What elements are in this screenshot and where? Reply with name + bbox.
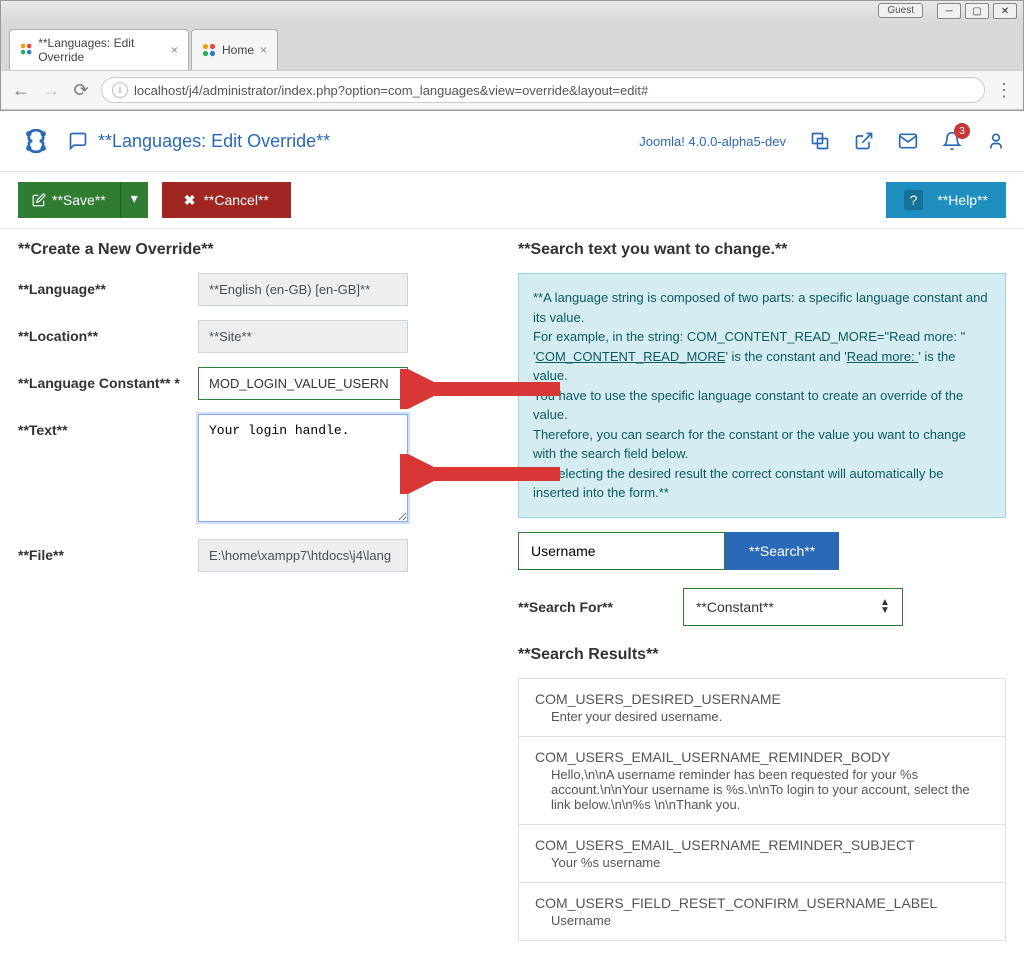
search-for-select[interactable]: **Constant** ▲▼ bbox=[683, 588, 903, 626]
joomla-logo-icon bbox=[18, 123, 54, 159]
forward-icon[interactable]: → bbox=[41, 80, 61, 101]
search-input[interactable] bbox=[518, 532, 725, 570]
multilingual-icon[interactable] bbox=[810, 131, 830, 151]
back-icon[interactable]: ← bbox=[11, 80, 31, 101]
edit-icon bbox=[32, 193, 46, 207]
joomla-favicon-icon bbox=[20, 43, 32, 57]
result-constant: COM_USERS_EMAIL_USERNAME_REMINDER_SUBJEC… bbox=[535, 837, 989, 853]
close-icon: ✖ bbox=[184, 192, 196, 209]
tab-title: Home bbox=[222, 43, 254, 57]
location-field: **Site** bbox=[198, 320, 408, 353]
page-title: **Languages: Edit Override** bbox=[98, 131, 330, 152]
version-link[interactable]: Joomla! 4.0.0-alpha5-dev bbox=[639, 134, 786, 149]
browser-tab-active[interactable]: **Languages: Edit Override × bbox=[9, 29, 189, 70]
joomla-favicon-icon bbox=[202, 43, 216, 57]
save-dropdown-icon[interactable]: ▾ bbox=[121, 182, 148, 218]
result-value: Hello,\n\nA username reminder has been r… bbox=[535, 767, 989, 812]
info-text: **A language string is composed of two p… bbox=[533, 290, 988, 325]
info-link-constant[interactable]: COM_CONTENT_READ_MORE bbox=[535, 349, 725, 364]
info-text: You have to use the specific language co… bbox=[533, 388, 963, 423]
info-text: ' is the constant and ' bbox=[725, 349, 846, 364]
result-constant: COM_USERS_DESIRED_USERNAME bbox=[535, 691, 989, 707]
browser-tab[interactable]: Home × bbox=[191, 29, 278, 70]
messages-icon[interactable] bbox=[898, 131, 918, 151]
file-field: E:\home\xampp7\htdocs\j4\lang bbox=[198, 539, 408, 572]
result-item[interactable]: COM_USERS_EMAIL_USERNAME_REMINDER_BODY H… bbox=[519, 737, 1005, 825]
window-title-bar: Guest ─ ▢ ✕ bbox=[1, 1, 1023, 23]
info-link-value[interactable]: Read more: bbox=[847, 349, 919, 364]
result-value: Username bbox=[535, 913, 989, 928]
info-text: Therefore, you can search for the consta… bbox=[533, 427, 966, 462]
result-item[interactable]: COM_USERS_FIELD_RESET_CONFIRM_USERNAME_L… bbox=[519, 883, 1005, 940]
cancel-label: **Cancel** bbox=[203, 192, 268, 208]
search-heading: **Search text you want to change.** bbox=[518, 241, 1006, 259]
constant-input[interactable] bbox=[198, 367, 408, 400]
text-textarea[interactable]: Your login handle. bbox=[198, 414, 408, 522]
user-icon[interactable] bbox=[986, 131, 1006, 151]
reload-icon[interactable]: ⟳ bbox=[71, 80, 91, 101]
url-text: localhost/j4/administrator/index.php?opt… bbox=[134, 83, 648, 98]
info-text: By selecting the desired result the corr… bbox=[533, 466, 943, 501]
close-window-icon[interactable]: ✕ bbox=[993, 3, 1017, 19]
result-item[interactable]: COM_USERS_DESIRED_USERNAME Enter your de… bbox=[519, 679, 1005, 737]
maximize-icon[interactable]: ▢ bbox=[965, 3, 989, 19]
result-constant: COM_USERS_EMAIL_USERNAME_REMINDER_BODY bbox=[535, 749, 989, 765]
chevron-updown-icon: ▲▼ bbox=[880, 599, 890, 615]
result-value: Your %s username bbox=[535, 855, 989, 870]
question-icon: ? bbox=[904, 190, 924, 210]
save-label: **Save** bbox=[52, 192, 106, 208]
tab-close-icon[interactable]: × bbox=[171, 43, 178, 57]
save-button[interactable]: **Save** ▾ bbox=[18, 182, 148, 218]
site-info-icon[interactable]: i bbox=[112, 82, 128, 98]
minimize-icon[interactable]: ─ bbox=[937, 3, 961, 19]
tab-title: **Languages: Edit Override bbox=[38, 36, 165, 64]
language-label: **Language** bbox=[18, 273, 198, 306]
file-label: **File** bbox=[18, 539, 198, 572]
search-for-value: **Constant** bbox=[696, 599, 774, 615]
language-field: **English (en-GB) [en-GB]** bbox=[198, 273, 408, 306]
search-info-box: **A language string is composed of two p… bbox=[518, 273, 1006, 518]
tab-close-icon[interactable]: × bbox=[260, 43, 267, 57]
results-heading: **Search Results** bbox=[518, 646, 1006, 664]
browser-tab-strip: **Languages: Edit Override × Home × bbox=[1, 23, 1023, 70]
text-label: **Text** bbox=[18, 414, 198, 525]
search-for-label: **Search For** bbox=[518, 599, 613, 615]
guest-badge: Guest bbox=[878, 3, 923, 18]
info-text: For example, in the string: COM_CONTENT_… bbox=[533, 329, 965, 344]
result-value: Enter your desired username. bbox=[535, 709, 989, 724]
constant-label: **Language Constant** * bbox=[18, 367, 198, 400]
help-label: **Help** bbox=[937, 192, 988, 208]
result-constant: COM_USERS_FIELD_RESET_CONFIRM_USERNAME_L… bbox=[535, 895, 989, 911]
help-button[interactable]: ? **Help** bbox=[886, 182, 1006, 218]
external-link-icon[interactable] bbox=[854, 131, 874, 151]
address-bar[interactable]: i localhost/j4/administrator/index.php?o… bbox=[101, 77, 985, 103]
cancel-button[interactable]: ✖ **Cancel** bbox=[162, 182, 291, 218]
notification-badge: 3 bbox=[954, 123, 970, 139]
create-override-heading: **Create a New Override** bbox=[18, 241, 498, 259]
search-button[interactable]: **Search** bbox=[725, 532, 839, 570]
results-list: COM_USERS_DESIRED_USERNAME Enter your de… bbox=[518, 678, 1006, 941]
result-item[interactable]: COM_USERS_EMAIL_USERNAME_REMINDER_SUBJEC… bbox=[519, 825, 1005, 883]
comment-icon bbox=[68, 131, 88, 151]
browser-menu-icon[interactable]: ⋮ bbox=[995, 80, 1013, 101]
location-label: **Location** bbox=[18, 320, 198, 353]
notifications-icon[interactable]: 3 bbox=[942, 131, 962, 151]
